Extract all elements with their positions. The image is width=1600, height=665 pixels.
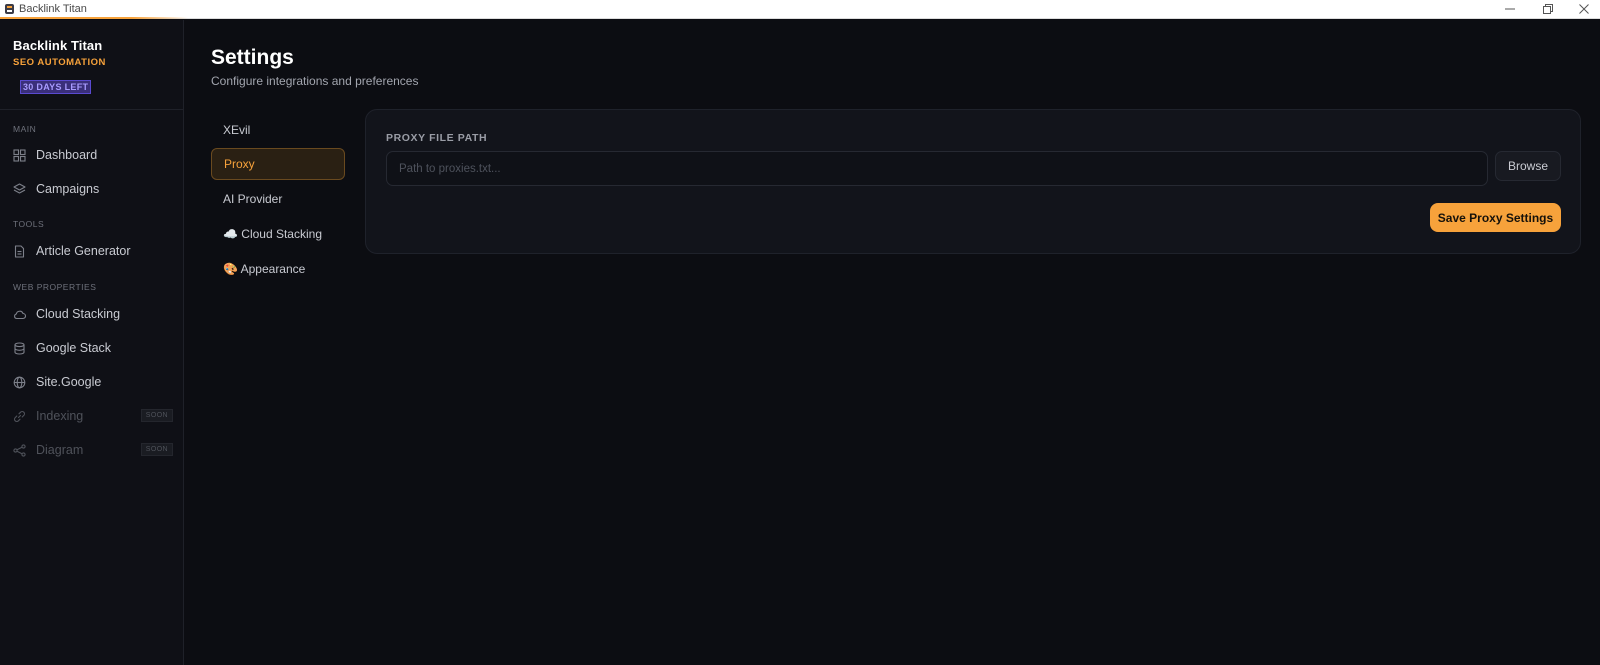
sidebar-item-campaigns[interactable]: Campaigns xyxy=(13,176,173,202)
section-label-tools: TOOLS xyxy=(13,219,45,229)
sidebar-item-indexing: Indexing SOON xyxy=(13,403,173,429)
sidebar-item-label: Campaigns xyxy=(36,182,100,196)
page-title: Settings xyxy=(211,46,294,69)
sidebar: Backlink Titan SEO AUTOMATION 30 DAYS LE… xyxy=(0,20,184,665)
close-button[interactable] xyxy=(1566,0,1600,18)
brand-name: Backlink Titan xyxy=(13,38,103,53)
sidebar-divider xyxy=(0,109,183,110)
sidebar-item-label: Diagram xyxy=(36,443,84,457)
tab-appearance[interactable]: 🎨 Appearance xyxy=(211,253,345,285)
save-proxy-settings-button[interactable]: Save Proxy Settings xyxy=(1430,203,1561,232)
soon-badge: SOON xyxy=(140,443,173,456)
share-icon xyxy=(13,443,26,457)
grid-icon xyxy=(13,148,26,162)
globe-icon xyxy=(13,376,26,388)
section-label-main: MAIN xyxy=(13,124,37,134)
proxy-settings-card: PROXY FILE PATH Browse Save Proxy Settin… xyxy=(365,109,1581,254)
window-accent-line xyxy=(0,17,188,19)
database-icon xyxy=(14,341,25,355)
sidebar-item-diagram: Diagram SOON xyxy=(13,437,173,463)
layers-icon xyxy=(13,182,26,194)
restore-button[interactable] xyxy=(1530,0,1566,18)
sidebar-item-google-stack[interactable]: Google Stack xyxy=(13,335,173,361)
app-logo-icon xyxy=(5,4,14,14)
minimize-icon xyxy=(1505,8,1515,10)
sidebar-item-dashboard[interactable]: Dashboard xyxy=(13,142,173,168)
close-icon xyxy=(1579,4,1589,14)
sidebar-item-label: Google Stack xyxy=(36,341,112,355)
sidebar-item-label: Dashboard xyxy=(36,148,98,162)
soon-badge: SOON xyxy=(140,409,173,422)
tab-ai-provider[interactable]: AI Provider xyxy=(211,183,345,215)
link-icon xyxy=(14,410,25,422)
proxy-file-path-label: PROXY FILE PATH xyxy=(386,132,488,144)
sidebar-item-site-google[interactable]: Site.Google xyxy=(13,369,173,395)
sidebar-item-label: Article Generator xyxy=(36,244,131,258)
sidebar-item-label: Indexing xyxy=(36,409,84,423)
cloud-icon xyxy=(14,310,26,319)
tab-proxy[interactable]: Proxy xyxy=(211,148,345,180)
section-label-web-properties: WEB PROPERTIES xyxy=(13,282,97,292)
sidebar-item-cloud-stacking[interactable]: Cloud Stacking xyxy=(13,301,173,327)
brand-subtitle: SEO AUTOMATION xyxy=(13,57,106,68)
tab-xevil[interactable]: XEvil xyxy=(211,114,345,146)
sidebar-item-label: Site.Google xyxy=(36,375,102,389)
trial-badge: 30 DAYS LEFT xyxy=(20,80,92,94)
sidebar-item-label: Cloud Stacking xyxy=(36,307,121,321)
document-icon xyxy=(14,244,25,258)
window-titlebar: Backlink Titan xyxy=(0,0,1600,19)
browse-button[interactable]: Browse xyxy=(1495,151,1561,181)
brand: Backlink Titan SEO AUTOMATION xyxy=(13,38,106,68)
proxy-file-path-input[interactable] xyxy=(386,151,1488,186)
minimize-button[interactable] xyxy=(1492,0,1528,18)
page-subtitle: Configure integrations and preferences xyxy=(211,74,419,88)
tab-cloud-stacking[interactable]: ☁️ Cloud Stacking xyxy=(211,218,345,250)
sidebar-item-article-generator[interactable]: Article Generator xyxy=(13,238,173,264)
window-title: Backlink Titan xyxy=(19,3,87,15)
restore-icon xyxy=(1543,4,1553,14)
